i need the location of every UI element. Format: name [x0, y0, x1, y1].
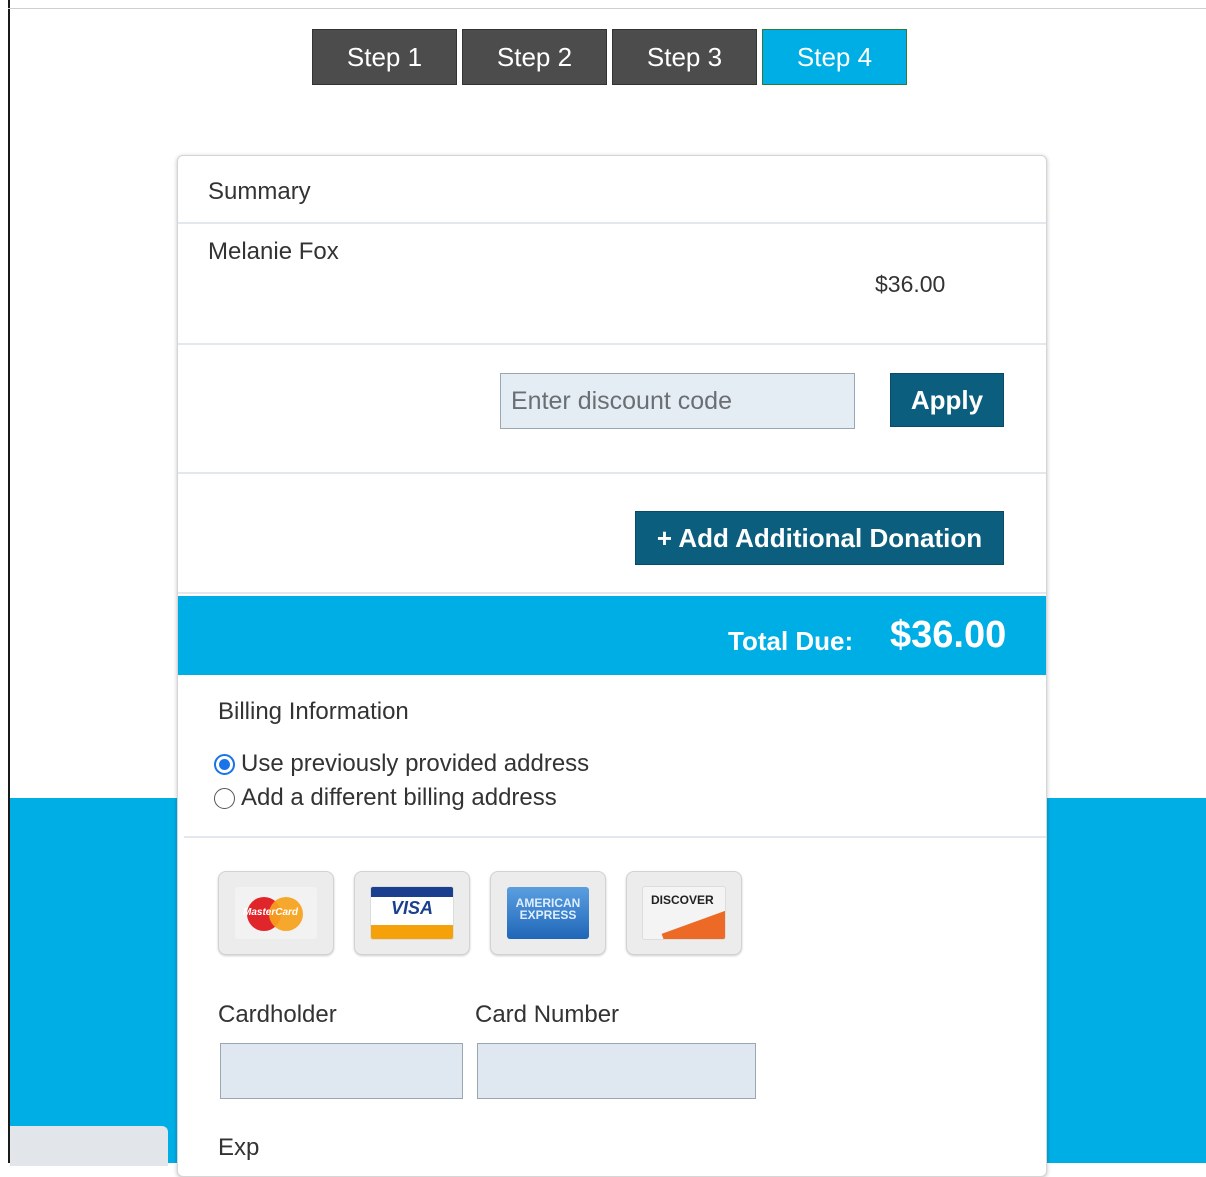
- discover-icon: DISCOVER: [642, 886, 726, 940]
- summary-item-amount: $36.00: [875, 271, 946, 297]
- divider: [178, 592, 1046, 594]
- amex-icon: AMERICAN EXPRESS: [507, 887, 589, 939]
- card-number-label: Card Number: [475, 1001, 620, 1028]
- exp-label: Exp: [218, 1134, 260, 1161]
- cardholder-input[interactable]: [220, 1043, 463, 1099]
- window-border-top: [8, 8, 1206, 9]
- card-number-input[interactable]: [477, 1043, 756, 1099]
- summary-title: Summary: [208, 178, 311, 205]
- step-3-tab[interactable]: Step 3: [612, 29, 757, 85]
- card-type-visa[interactable]: VISA: [354, 871, 470, 955]
- total-due-label: Total Due:: [728, 626, 854, 656]
- mastercard-icon: MasterCard: [235, 887, 317, 939]
- divider: [178, 343, 1046, 345]
- divider: [184, 836, 1046, 838]
- bottom-left-tab[interactable]: [10, 1126, 168, 1166]
- radio-button-selected[interactable]: [214, 753, 235, 775]
- billing-option-different[interactable]: Add a different billing address: [214, 784, 557, 812]
- card-type-discover[interactable]: DISCOVER: [626, 871, 742, 955]
- radio-button[interactable]: [214, 787, 235, 809]
- total-due-bar: Total Due: $36.00: [178, 596, 1046, 675]
- cardholder-label: Cardholder: [218, 1001, 337, 1028]
- divider: [178, 472, 1046, 474]
- billing-option-previous[interactable]: Use previously provided address: [214, 750, 589, 778]
- step-1-tab[interactable]: Step 1: [312, 29, 457, 85]
- billing-option-label: Add a different billing address: [241, 784, 557, 811]
- step-2-tab[interactable]: Step 2: [462, 29, 607, 85]
- apply-discount-button[interactable]: Apply: [890, 373, 1004, 427]
- add-donation-button[interactable]: + Add Additional Donation: [635, 511, 1004, 565]
- visa-icon: VISA: [370, 886, 454, 940]
- divider: [178, 222, 1046, 224]
- total-due-value: $36.00: [890, 614, 1007, 656]
- step-4-tab[interactable]: Step 4: [762, 29, 907, 85]
- billing-option-label: Use previously provided address: [241, 750, 590, 777]
- card-type-selector: MasterCard VISA AMERICAN EXPRESS DISCOVE…: [218, 871, 742, 955]
- step-navigation: Step 1 Step 2 Step 3 Step 4: [312, 29, 907, 85]
- card-type-mastercard[interactable]: MasterCard: [218, 871, 334, 955]
- billing-information-title: Billing Information: [218, 698, 409, 725]
- summary-item-name: Melanie Fox: [208, 238, 339, 265]
- discount-code-input[interactable]: [500, 373, 855, 429]
- checkout-panel: Summary Melanie Fox $36.00 Apply + Add A…: [177, 155, 1047, 1177]
- card-type-amex[interactable]: AMERICAN EXPRESS: [490, 871, 606, 955]
